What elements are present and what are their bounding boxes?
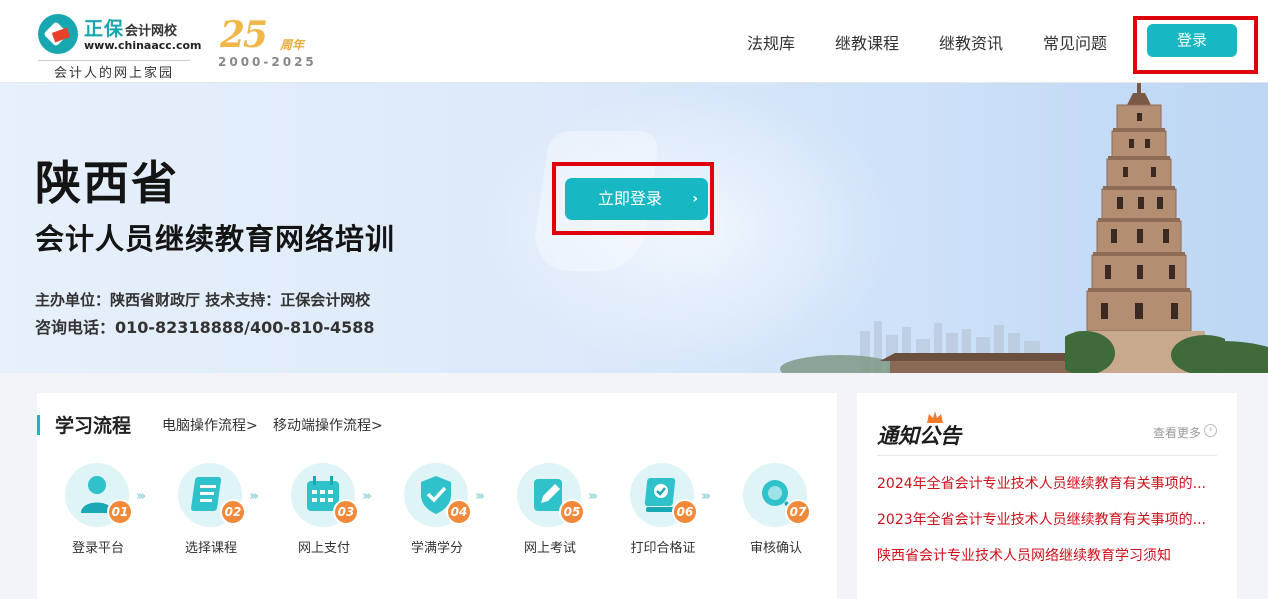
step-number: 01: [107, 499, 133, 525]
step-number: 02: [220, 499, 246, 525]
site-logo[interactable]: 正保会计网校 www.chinaacc.com 会计人的网上家园: [38, 12, 202, 81]
anniversary-number: 25: [220, 14, 268, 56]
banner-subtitle: 会计人员继续教育网络培训: [35, 222, 396, 256]
notice-item[interactable]: 陕西省会计专业技术人员网络继续教育学习须知: [877, 545, 1207, 565]
study-process-panel: 学习流程 电脑操作流程> 移动端操作流程> 01 登录平台 ››› 02 选择课…: [37, 393, 837, 599]
anniversary-badge: 25 周年 2000-2025: [218, 14, 328, 72]
step-credits[interactable]: 04 学满学分: [392, 463, 482, 563]
step-number: 05: [559, 499, 585, 525]
step-arrow-icon: ›››: [362, 489, 372, 504]
step-number: 03: [333, 499, 359, 525]
nav-item-regulations[interactable]: 法规库: [747, 30, 795, 54]
notice-panel: 通知公告 查看更多 › 2024年全省会计专业技术人员继续教育有关事项的... …: [857, 393, 1237, 599]
nav-item-courses[interactable]: 继教课程: [835, 30, 899, 54]
anniversary-suffix: 周年: [280, 38, 305, 52]
step-label: 审核确认: [749, 541, 802, 556]
pc-process-link[interactable]: 电脑操作流程>: [162, 415, 258, 435]
step-label: 网上考试: [523, 541, 576, 556]
notice-item[interactable]: 2024年全省会计专业技术人员继续教育有关事项的...: [877, 473, 1207, 493]
login-now-label: 立即登录: [598, 189, 663, 208]
login-now-button[interactable]: 立即登录 ›: [565, 178, 708, 220]
step-number: 06: [672, 499, 698, 525]
step-label: 学满学分: [410, 541, 463, 556]
mobile-process-link[interactable]: 移动端操作流程>: [273, 415, 383, 435]
banner-title: 陕西省: [35, 156, 179, 210]
step-select-course[interactable]: 02 选择课程: [166, 463, 256, 563]
chevron-right-circle-icon[interactable]: ›: [1204, 424, 1217, 437]
nav-item-news[interactable]: 继教资讯: [939, 30, 1003, 54]
step-login[interactable]: 01 登录平台: [53, 463, 143, 563]
section-accent-bar: [37, 415, 40, 435]
logo-brand-name: 正保: [84, 18, 125, 40]
step-label: 打印合格证: [630, 541, 696, 556]
step-arrow-icon: ›››: [249, 489, 259, 504]
step-arrow-icon: ›››: [588, 489, 598, 504]
site-header: 正保会计网校 www.chinaacc.com 会计人的网上家园 25 周年 2…: [0, 0, 1268, 83]
logo-url: www.chinaacc.com: [84, 39, 202, 52]
logo-brand-sub: 会计网校: [125, 24, 178, 39]
banner-organizer: 主办单位：陕西省财政厅 技术支持：正保会计网校: [35, 291, 371, 309]
logo-brand: 正保会计网校: [84, 14, 177, 41]
notice-title: 通知公告: [877, 423, 961, 448]
step-print-certificate[interactable]: 06 打印合格证: [618, 463, 708, 563]
step-arrow-icon: ›››: [475, 489, 485, 504]
banner-phone: 咨询电话：010-82318888/400-810-4588: [35, 318, 375, 337]
chevron-right-icon: ›: [692, 191, 698, 207]
step-label: 选择课程: [184, 541, 237, 556]
step-review[interactable]: 07 审核确认: [731, 463, 821, 563]
step-payment[interactable]: 03 网上支付: [279, 463, 369, 563]
nav-item-faq[interactable]: 常见问题: [1043, 30, 1107, 54]
notice-item[interactable]: 2023年全省会计专业技术人员继续教育有关事项的...: [877, 509, 1207, 529]
step-label: 登录平台: [71, 541, 124, 556]
pagoda-icon: [1065, 83, 1225, 373]
step-exam[interactable]: 05 网上考试: [505, 463, 595, 563]
header-login-button[interactable]: 登录: [1147, 24, 1237, 57]
logo-mark-icon: [38, 14, 78, 54]
anniversary-years: 2000-2025: [218, 55, 317, 69]
step-arrow-icon: ›››: [701, 489, 711, 504]
hero-banner: 陕西省 会计人员继续教育网络培训 主办单位：陕西省财政厅 技术支持：正保会计网校…: [0, 83, 1268, 373]
study-process-title: 学习流程: [55, 415, 132, 437]
view-more-link[interactable]: 查看更多: [1153, 424, 1201, 441]
divider: [877, 455, 1217, 456]
step-number: 07: [785, 499, 811, 525]
logo-slogan: 会计人的网上家园: [38, 60, 190, 81]
step-number: 04: [446, 499, 472, 525]
step-label: 网上支付: [297, 541, 350, 556]
step-arrow-icon: ›››: [136, 489, 146, 504]
